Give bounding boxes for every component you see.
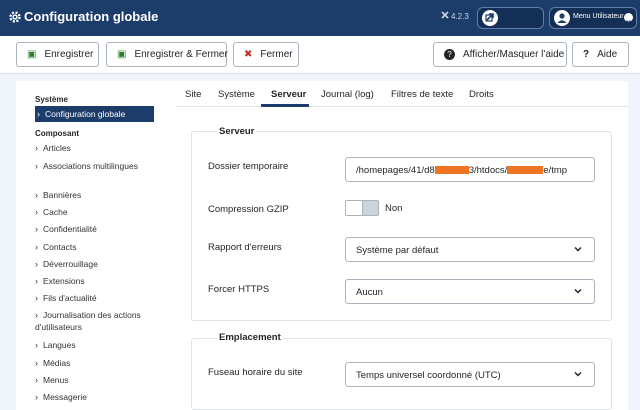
sidebar-item-action-logs[interactable]: › Journalisation des actions d'utilisateu… bbox=[35, 309, 154, 333]
config-tabs: Site Système Serveur Journal (log) Filtr… bbox=[176, 81, 628, 107]
save-icon: ▣ bbox=[117, 49, 127, 60]
timezone-label: Fuseau horaire du site bbox=[208, 367, 303, 378]
question-icon: ? bbox=[583, 49, 590, 60]
close-icon: ✖ bbox=[244, 49, 253, 60]
sidebar-item-articles[interactable]: › Articles bbox=[35, 142, 154, 154]
chevron-down-icon bbox=[574, 288, 582, 294]
version-label: 4.2.3 bbox=[451, 12, 469, 21]
close-button[interactable]: ✖ Fermer bbox=[233, 42, 299, 67]
save-icon: ▣ bbox=[27, 49, 37, 60]
question-icon: ? bbox=[444, 49, 455, 60]
sidebar-item-banners[interactable]: › Bannières bbox=[35, 189, 154, 201]
chevron-right-icon: › bbox=[35, 358, 38, 368]
save-close-button[interactable]: ▣ Enregistrer & Fermer bbox=[106, 42, 228, 67]
gzip-label: Compression GZIP bbox=[208, 204, 289, 215]
active-tab-indicator bbox=[261, 104, 309, 107]
sidebar-item-menus[interactable]: › Menus bbox=[35, 374, 154, 386]
redaction-bar bbox=[434, 166, 469, 175]
toggle-knob bbox=[346, 201, 363, 215]
redaction-bar bbox=[507, 166, 544, 175]
chevron-down-icon bbox=[574, 371, 582, 377]
top-header: Configuration globale 4.2.3 Menu Utilisa… bbox=[0, 0, 640, 36]
page-title: Configuration globale bbox=[24, 9, 159, 24]
view-site-button[interactable] bbox=[477, 7, 544, 29]
sidebar-item-extensions[interactable]: › Extensions bbox=[35, 275, 154, 287]
force-https-select[interactable]: Aucun bbox=[345, 279, 595, 304]
tab-text-filters[interactable]: Filtres de texte bbox=[391, 89, 453, 100]
chevron-right-icon: › bbox=[35, 259, 38, 269]
tab-system[interactable]: Système bbox=[218, 89, 255, 100]
chevron-right-icon: › bbox=[35, 375, 38, 385]
gear-icon bbox=[9, 11, 21, 23]
sidebar-item-messaging[interactable]: › Messagerie bbox=[35, 391, 154, 403]
timezone-select[interactable]: Temps universel coordonné (UTC) bbox=[345, 362, 595, 387]
chevron-right-icon: › bbox=[35, 293, 38, 303]
chevron-down-icon bbox=[624, 13, 633, 24]
toolbar: ▣ Enregistrer ▣ Enregistrer & Fermer ✖ F… bbox=[0, 36, 640, 74]
sidebar-item-media[interactable]: › Médias bbox=[35, 357, 154, 369]
toggle-help-button[interactable]: ? Afficher/Masquer l'aide bbox=[433, 42, 567, 67]
chevron-right-icon: › bbox=[35, 143, 38, 153]
chevron-right-icon: › bbox=[35, 224, 38, 234]
server-legend: Serveur bbox=[217, 126, 257, 137]
gzip-value: Non bbox=[385, 203, 403, 214]
sidebar-item-newsfeeds[interactable]: › Fils d'actualité bbox=[35, 292, 154, 304]
user-menu-button[interactable]: Menu Utilisateur bbox=[549, 7, 637, 29]
temp-folder-input[interactable]: /homepages/41/d8 3/htdocs/e/tmp bbox=[345, 157, 595, 182]
force-https-label: Forcer HTTPS bbox=[208, 284, 270, 295]
sidebar-item-privacy[interactable]: › Confidentialité bbox=[35, 223, 154, 235]
chevron-down-icon bbox=[574, 246, 582, 252]
sidebar-item-contacts[interactable]: › Contacts bbox=[35, 241, 154, 253]
error-report-select[interactable]: Système par défaut bbox=[345, 237, 595, 262]
sidebar-item-global-configuration[interactable]: › Configuration globale bbox=[35, 106, 154, 122]
error-report-label: Rapport d'erreurs bbox=[208, 242, 282, 253]
tab-log[interactable]: Journal (log) bbox=[321, 89, 374, 100]
sidebar-item-checkin[interactable]: › Déverrouillage bbox=[35, 258, 154, 270]
chevron-right-icon: › bbox=[35, 242, 38, 252]
chevron-right-icon: › bbox=[35, 310, 38, 320]
chevron-right-icon: › bbox=[35, 207, 38, 217]
user-icon bbox=[554, 10, 570, 26]
gzip-toggle[interactable] bbox=[345, 200, 379, 216]
chevron-right-icon: › bbox=[35, 276, 38, 286]
sidebar-item-languages[interactable]: › Langues bbox=[35, 339, 154, 351]
chevron-right-icon: › bbox=[35, 392, 38, 402]
external-link-icon bbox=[482, 10, 498, 26]
tab-site[interactable]: Site bbox=[185, 89, 201, 100]
temp-folder-label: Dossier temporaire bbox=[208, 161, 289, 172]
sidebar-item-associations[interactable]: › Associations multilingues bbox=[35, 160, 154, 172]
sidebar-section-component: Composant bbox=[35, 129, 79, 138]
sidebar-section-system: Système bbox=[35, 95, 68, 104]
chevron-right-icon: › bbox=[35, 340, 38, 350]
save-button[interactable]: ▣ Enregistrer bbox=[16, 42, 99, 67]
location-legend: Emplacement bbox=[217, 332, 283, 343]
joomla-icon bbox=[441, 11, 449, 19]
component-sidebar: Système › Configuration globale Composant… bbox=[16, 81, 168, 410]
sidebar-item-cache[interactable]: › Cache bbox=[35, 206, 154, 218]
chevron-right-icon: › bbox=[35, 161, 38, 171]
chevron-right-icon: › bbox=[35, 190, 38, 200]
chevron-right-icon: › bbox=[37, 109, 40, 119]
user-menu-label: Menu Utilisateur bbox=[573, 13, 624, 20]
tab-server[interactable]: Serveur bbox=[271, 89, 306, 100]
help-button[interactable]: ? Aide bbox=[572, 42, 629, 67]
tab-permissions[interactable]: Droits bbox=[469, 89, 494, 100]
